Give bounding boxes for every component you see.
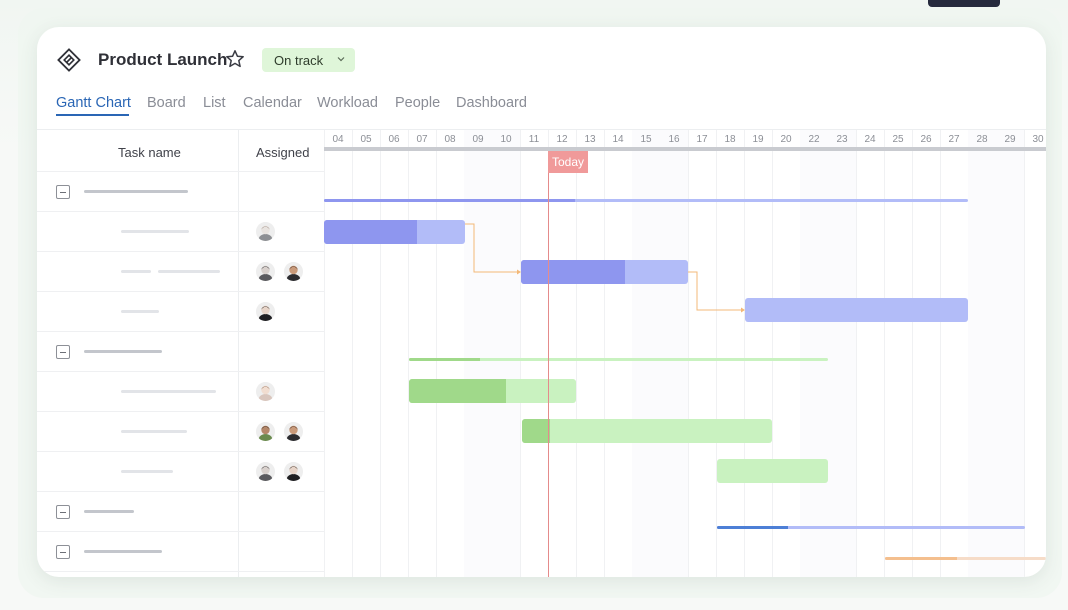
star-icon[interactable] — [225, 49, 245, 69]
task-name-placeholder — [158, 270, 220, 273]
task-name-placeholder — [84, 190, 188, 193]
chevron-down-icon — [336, 54, 346, 64]
task-name-placeholder — [121, 390, 216, 393]
dependency-connectors — [465, 223, 745, 313]
row-divider — [37, 171, 324, 172]
bar-progress — [409, 379, 506, 403]
task-name-placeholder — [121, 470, 173, 473]
tab-gantt-chart[interactable]: Gantt Chart — [56, 95, 131, 111]
person-avatar — [256, 262, 275, 281]
collapse-toggle[interactable] — [56, 505, 70, 519]
dependency-connector — [465, 223, 517, 273]
gantt-window: Product Launch On track Gantt Chart Boar… — [37, 27, 1046, 577]
row-divider — [37, 251, 324, 252]
task-bar[interactable] — [324, 220, 465, 244]
tab-people[interactable]: People — [395, 95, 440, 111]
bar-progress — [409, 358, 481, 361]
row-divider — [37, 491, 324, 492]
person-avatar — [284, 262, 303, 281]
person-avatar — [256, 222, 275, 241]
task-bar[interactable] — [745, 298, 968, 322]
row-divider — [37, 291, 324, 292]
today-marker-label: Today — [548, 151, 588, 173]
project-logo-icon — [57, 48, 81, 72]
dependency-connector — [688, 271, 741, 311]
task-name-placeholder — [121, 230, 189, 233]
gantt-timeline: 04 05 06 07 08 09 10 11 12 13 14 15 16 17 18 19 20 22 23 24… — [324, 130, 1046, 577]
row-divider — [37, 451, 324, 452]
person-avatar — [256, 462, 275, 481]
bar-progress — [324, 199, 576, 202]
row-divider — [37, 411, 324, 412]
task-bar[interactable] — [521, 260, 688, 284]
status-dropdown[interactable]: On track — [262, 48, 355, 72]
summary-bar[interactable] — [717, 526, 1025, 529]
collapse-toggle[interactable] — [56, 345, 70, 359]
row-divider — [37, 571, 324, 572]
tab-calendar[interactable]: Calendar — [243, 95, 302, 111]
status-label: On track — [274, 53, 324, 68]
bar-progress — [324, 220, 418, 244]
column-divider — [238, 130, 239, 577]
top-dark-chip — [928, 0, 1000, 7]
bar-progress — [717, 526, 788, 529]
task-name-placeholder — [121, 310, 159, 313]
person-avatar — [284, 422, 303, 441]
task-bar[interactable] — [409, 379, 576, 403]
tab-dashboard[interactable]: Dashboard — [456, 95, 527, 111]
collapse-toggle[interactable] — [56, 185, 70, 199]
collapse-toggle[interactable] — [56, 545, 70, 559]
person-avatar — [256, 382, 275, 401]
task-name-placeholder — [84, 350, 162, 353]
task-name-placeholder — [121, 270, 151, 273]
summary-bar[interactable] — [885, 557, 1046, 560]
tab-list[interactable]: List — [203, 95, 226, 111]
today-marker-line — [548, 151, 549, 577]
task-name-placeholder — [84, 550, 162, 553]
task-name-placeholder — [84, 510, 134, 513]
row-divider — [37, 531, 324, 532]
tab-workload[interactable]: Workload — [317, 95, 378, 111]
tab-board[interactable]: Board — [147, 95, 186, 111]
active-tab-indicator — [56, 114, 129, 116]
person-avatar — [256, 422, 275, 441]
column-header-assigned[interactable]: Assigned — [256, 145, 309, 160]
row-divider — [37, 371, 324, 372]
bar-progress — [885, 557, 958, 560]
summary-bar[interactable] — [409, 358, 828, 361]
column-header-task-name[interactable]: Task name — [118, 145, 181, 160]
summary-bar[interactable] — [324, 199, 968, 202]
person-avatar — [256, 302, 275, 321]
task-bar[interactable] — [717, 459, 828, 483]
task-name-placeholder — [121, 430, 187, 433]
project-title: Product Launch — [98, 50, 228, 69]
bar-progress — [522, 419, 550, 443]
row-divider — [37, 331, 324, 332]
task-bar[interactable] — [522, 419, 772, 443]
bar-progress — [521, 260, 625, 284]
row-divider — [37, 211, 324, 212]
person-avatar — [284, 462, 303, 481]
